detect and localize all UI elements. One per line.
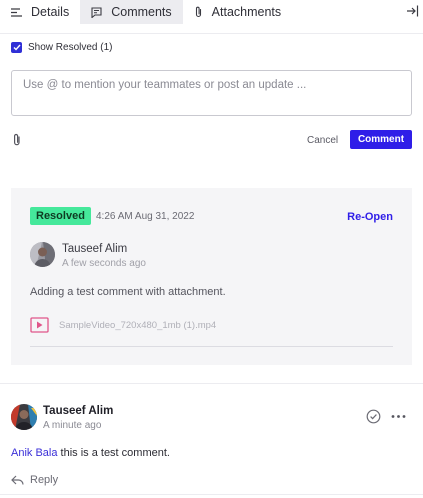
reopen-button[interactable]: Re-Open	[347, 211, 393, 223]
resolve-check-icon[interactable]	[366, 409, 381, 424]
reply-label: Reply	[30, 474, 59, 486]
reply-button[interactable]: Reply	[11, 474, 58, 486]
show-resolved-label: Show Resolved (1)	[28, 42, 113, 53]
resolved-timestamp: 4:26 AM Aug 31, 2022	[96, 211, 195, 222]
comment-author: Tauseef Alim	[43, 405, 114, 417]
more-options-icon[interactable]	[391, 414, 406, 419]
avatar	[30, 242, 55, 267]
list-icon	[11, 7, 22, 17]
reply-icon	[11, 475, 24, 485]
tab-attachments[interactable]: Attachments	[183, 0, 292, 24]
attach-file-icon[interactable]	[12, 133, 22, 147]
comment-time: A minute ago	[43, 420, 102, 431]
avatar	[11, 404, 37, 430]
tab-comments[interactable]: Comments	[80, 0, 183, 24]
tab-details-label: Details	[31, 5, 70, 19]
submit-comment-button[interactable]: Comment	[350, 130, 412, 149]
tab-details[interactable]: Details	[0, 0, 80, 24]
comment-text: this is a test comment.	[57, 447, 170, 459]
comment-icon	[91, 6, 102, 18]
tab-attachments-label: Attachments	[211, 5, 282, 19]
attachment-link[interactable]: SampleVideo_720x480_1mb (1).mp4	[59, 320, 216, 331]
show-resolved-toggle[interactable]: Show Resolved (1)	[11, 42, 112, 53]
divider	[30, 346, 393, 347]
divider	[0, 383, 423, 384]
status-badge: Resolved	[30, 207, 91, 225]
comment-time: A few seconds ago	[62, 258, 146, 269]
mention-link[interactable]: Anik Bala	[11, 447, 57, 459]
comment-body: Adding a test comment with attachment.	[30, 286, 226, 298]
paperclip-icon	[195, 6, 201, 18]
cancel-button[interactable]: Cancel	[303, 131, 342, 149]
divider	[0, 494, 423, 495]
show-resolved-checkbox[interactable]	[11, 42, 22, 53]
check-icon	[13, 44, 21, 51]
video-file-icon[interactable]	[30, 317, 49, 333]
collapse-panel-icon[interactable]	[405, 4, 419, 18]
tab-comments-label: Comments	[111, 5, 172, 19]
divider	[0, 33, 423, 34]
comment-author: Tauseef Alim	[62, 243, 128, 255]
tab-bar: Details Comments Attachments	[0, 0, 423, 24]
comment-input[interactable]: Use @ to mention your teammates or post …	[11, 70, 412, 116]
comment-body: Anik Bala this is a test comment.	[11, 447, 170, 459]
